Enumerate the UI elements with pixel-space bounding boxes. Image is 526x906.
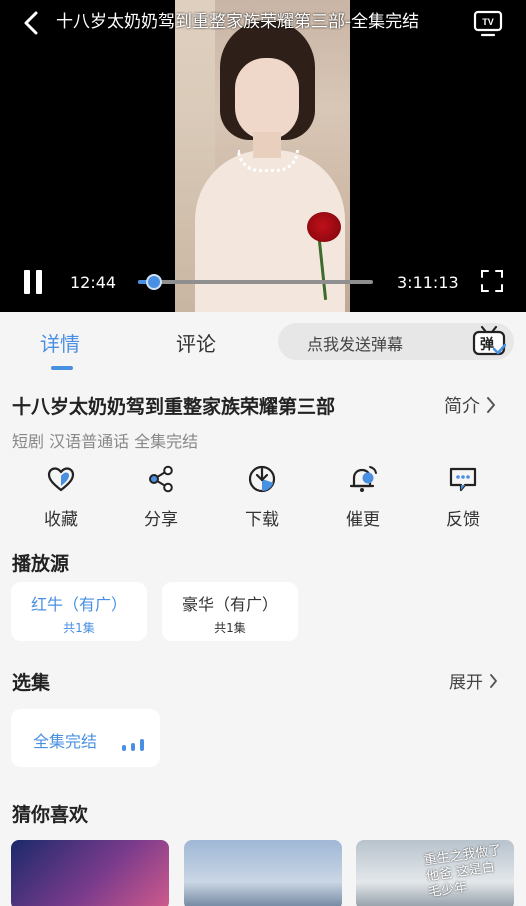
feedback-label: 反馈 bbox=[446, 510, 480, 530]
feedback-icon bbox=[449, 467, 477, 492]
expand-label: 展开 bbox=[449, 673, 483, 693]
download-label: 下载 bbox=[245, 510, 279, 530]
recommend-list: 重生之我做了他爸 这是白毛少年 bbox=[0, 840, 526, 906]
pause-icon-bar-left bbox=[24, 270, 30, 294]
intro-label: 简介 bbox=[444, 396, 480, 417]
pause-icon-bar-right bbox=[36, 270, 42, 294]
video-player[interactable]: 十八岁太奶奶驾到重整家族荣耀第三部-全集完结 TV 12:44 3:11:13 bbox=[0, 0, 526, 312]
tv-cast-button[interactable]: TV bbox=[473, 9, 503, 37]
progress-knob[interactable] bbox=[145, 274, 162, 290]
heart-icon bbox=[47, 467, 75, 492]
source-name: 豪华（有广） bbox=[181, 595, 278, 614]
episode-label: 全集完结 bbox=[33, 732, 98, 751]
sources-heading: 播放源 bbox=[12, 553, 70, 575]
download-icon bbox=[248, 465, 276, 493]
chevron-right-icon bbox=[487, 397, 495, 413]
tab-active-indicator bbox=[51, 366, 73, 370]
show-meta: 短剧 汉语普通话 全集完结 bbox=[12, 432, 199, 451]
remind-update-button[interactable]: 催更 bbox=[313, 464, 413, 530]
chevron-right-icon bbox=[490, 673, 497, 688]
show-title: 十八岁太奶奶驾到重整家族荣耀第三部 bbox=[12, 396, 336, 418]
progress-bar[interactable] bbox=[138, 274, 373, 290]
fullscreen-icon bbox=[481, 270, 503, 292]
danmaku-placeholder: 点我发送弹幕 bbox=[307, 335, 404, 354]
danmaku-badge-text: 弹 bbox=[480, 336, 494, 353]
download-button[interactable]: 下载 bbox=[212, 464, 312, 530]
share-icon bbox=[149, 465, 173, 493]
intro-link[interactable]: 简介 bbox=[444, 392, 496, 418]
source-name: 红牛（有广） bbox=[30, 595, 127, 614]
source-episode-count: 共1集 bbox=[63, 621, 95, 635]
episodes-heading: 选集 bbox=[12, 672, 51, 694]
playing-indicator-icon bbox=[122, 737, 148, 751]
video-frame[interactable] bbox=[175, 0, 350, 312]
total-time: 3:11:13 bbox=[397, 273, 459, 292]
fullscreen-button[interactable] bbox=[481, 270, 503, 292]
danmaku-icon: 弹 bbox=[472, 325, 507, 356]
back-button[interactable] bbox=[18, 10, 44, 36]
video-figure-face bbox=[235, 58, 299, 140]
recommend-poster[interactable] bbox=[184, 840, 342, 906]
recommend-poster[interactable] bbox=[11, 840, 169, 906]
tab-comments[interactable]: 评论 bbox=[176, 328, 216, 357]
rose bbox=[307, 212, 341, 242]
tv-cast-icon: TV bbox=[473, 10, 503, 37]
detail-tabs: 详情 评论 点我发送弹幕 bbox=[0, 312, 526, 374]
remind-update-label: 催更 bbox=[346, 510, 380, 530]
danmaku-toggle-button[interactable]: 弹 bbox=[472, 324, 507, 358]
expand-episodes-link[interactable]: 展开 bbox=[449, 668, 498, 693]
share-button[interactable]: 分享 bbox=[111, 464, 211, 530]
pause-button[interactable] bbox=[22, 270, 44, 294]
current-time: 12:44 bbox=[70, 273, 117, 292]
source-item-hongniu[interactable]: 红牛（有广） 共1集 bbox=[11, 582, 147, 641]
favorite-button[interactable]: 收藏 bbox=[11, 464, 111, 530]
recommend-poster[interactable]: 重生之我做了他爸 这是白毛少年 bbox=[356, 840, 514, 906]
poster-caption: 重生之我做了他爸 这是白毛少年 bbox=[423, 842, 503, 901]
source-item-haohua[interactable]: 豪华（有广） 共1集 bbox=[162, 582, 298, 641]
bell-icon bbox=[349, 466, 377, 492]
feedback-button[interactable]: 反馈 bbox=[413, 464, 513, 530]
action-row: 收藏 分享 下载 催更 反馈 bbox=[0, 464, 526, 534]
chevron-left-icon bbox=[24, 11, 38, 35]
favorite-label: 收藏 bbox=[44, 510, 78, 530]
video-title: 十八岁太奶奶驾到重整家族荣耀第三部-全集完结 bbox=[56, 12, 420, 32]
episode-item-full[interactable]: 全集完结 bbox=[11, 709, 160, 767]
share-label: 分享 bbox=[144, 510, 178, 530]
source-episode-count: 共1集 bbox=[214, 621, 246, 635]
tab-details[interactable]: 详情 bbox=[40, 328, 80, 357]
recommend-heading: 猜你喜欢 bbox=[12, 804, 89, 826]
svg-text:TV: TV bbox=[482, 17, 494, 27]
